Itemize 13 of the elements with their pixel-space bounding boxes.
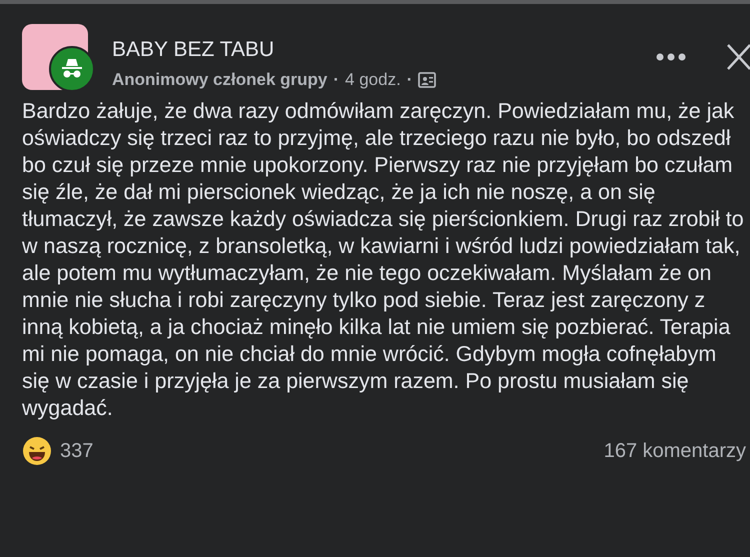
separator: · — [333, 69, 340, 91]
laughing-emoji-icon[interactable] — [22, 436, 52, 466]
anonymous-avatar-drawing[interactable] — [22, 24, 95, 92]
comment-count[interactable]: 167 komentarzy — [604, 436, 746, 466]
post-text: Bardzo żałuje, że dwa razy odmówiłam zaręczyn. Powiedziałam mu, że jak oświadczy się trzeci raz to przyjmę, ale trzeciego razu nie było, bo odszedł bo czuł się przeze mnie upokorzony. Pierwszy raz nie przyjęłam bo czułam się źle, że dał mi pierscionek wiedząc, że ja ich nie noszę, a on się tłumaczył, że zawsze każdy oświadcza się pierścionkiem. Drugi raz zrobił to w naszą rocznicę, z bransoletką, w kawiarni i wśród ludzi powiedziałam tak, ale potem mu wytłumaczyłam, że nie tego oczekiwałam. Myślałam że on mnie nie słucha i robi zaręczyny tylko pod siebie. Teraz jest zaręczony z inną kobietą, a ja chociaż minęło kilka lat nie umiem się pozbierać. Terapia mi nie pomaga, on nie chciał do mnie wrócić. Gdybym mogła cofnęłabym się w czasie i przyjęła je za pierwszym razem. Po prostu musiałam się wygadać. — [21, 98, 745, 422]
close-icon[interactable] — [726, 44, 750, 70]
group-name[interactable]: BABY BEZ TABU — [112, 36, 436, 64]
reaction-count[interactable]: 337 — [60, 436, 94, 466]
group-audience-icon — [418, 71, 436, 89]
author-name[interactable]: Anonimowy członek grupy — [112, 68, 328, 92]
post-time[interactable]: 4 godz. — [345, 68, 401, 92]
more-icon[interactable] — [656, 53, 686, 61]
separator: · — [406, 69, 412, 91]
